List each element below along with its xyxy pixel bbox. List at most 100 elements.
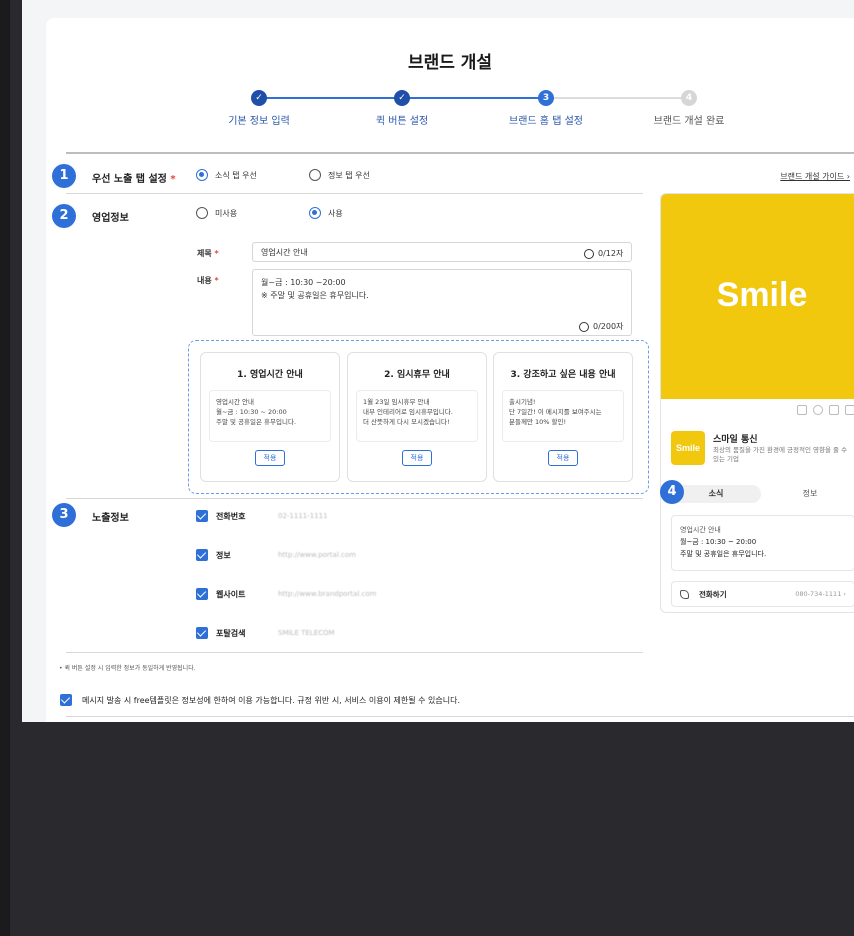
section-2-badge: 2 [52, 204, 76, 228]
priority-tab-label: 우선 노출 탭 설정 * [92, 170, 176, 185]
preview-call-button[interactable]: 전화하기 080-734-1111 › [671, 581, 854, 607]
checkbox-checked-icon[interactable] [196, 510, 208, 522]
radio-info-first[interactable]: 정보 탭 우선 [309, 169, 370, 181]
exposure-item-portal-search[interactable]: 포탈검색 SMILE TELECOM [196, 627, 335, 639]
brand-logo: Smile [671, 431, 705, 465]
emoji-icon[interactable] [584, 248, 594, 259]
exposure-item-value: 02-1111-1111 [278, 512, 328, 520]
brand-setup-card: 브랜드 개설 ✓ ✓ 3 4 기본 정보 입력 퀵 버튼 설정 브랜드 홈 탭 … [46, 18, 854, 722]
title-counter: 0/12자 [584, 248, 623, 259]
news-card-line: 주말 및 공휴일은 휴무입니다. [680, 550, 767, 558]
phone-icon [797, 405, 807, 415]
exposure-item-label: 포탈검색 [216, 628, 246, 638]
brand-name: 스마일 통신 [713, 435, 758, 445]
title-counter-text: 0/12자 [598, 249, 624, 258]
store-icon [845, 405, 854, 415]
template-line: 단 7일간! 이 메시지를 보여주시는 [509, 408, 602, 416]
template-line: 더 산뜻하게 다시 모시겠습니다! [363, 418, 450, 426]
phone-icon [680, 589, 689, 599]
preview-banner: Smile [661, 194, 854, 399]
step-4-indicator: 4 [681, 90, 697, 106]
template-body: 1월 23일 임시휴무 안내 내부 인테리어로 임시휴무입니다. 더 산뜻하게 … [356, 390, 478, 442]
exposure-info-label: 노출정보 [92, 513, 129, 524]
template-card: 1. 영업시간 안내 영업시간 안내 월~금 : 10:30 ~ 20:00 주… [200, 352, 340, 482]
checkbox-checked-icon[interactable] [60, 694, 72, 706]
template-body: 영업시간 안내 월~금 : 10:30 ~ 20:00 주말 및 공휴일은 휴무… [209, 390, 331, 442]
page-background: 브랜드 개설 ✓ ✓ 3 4 기본 정보 입력 퀵 버튼 설정 브랜드 홈 탭 … [22, 0, 854, 722]
chat-icon [813, 405, 823, 415]
tab-news[interactable]: 소식 [671, 485, 761, 503]
exposure-item-value: http://www.brandportal.com [278, 590, 377, 598]
divider [66, 498, 643, 499]
step-4-label: 브랜드 개설 완료 [653, 116, 725, 127]
section-1-badge: 1 [52, 164, 76, 188]
content-line: ※ 주말 및 공휴일은 휴무입니다. [261, 291, 369, 300]
call-label: 전화하기 [699, 589, 727, 599]
page-title: 브랜드 개설 [407, 53, 493, 73]
step-2-check-icon: ✓ [394, 90, 410, 106]
template-body: 출시기념! 단 7일간! 이 메시지를 보여주시는 분들께만 10% 할인! [502, 390, 624, 442]
step-connector [258, 97, 402, 99]
content-field-label-text: 내용 [197, 276, 212, 285]
exposure-item-phone[interactable]: 전화번호 02-1111-1111 [196, 510, 328, 522]
template-line: 출시기념! [509, 398, 536, 406]
radio-unselected-icon [309, 169, 321, 181]
exposure-item-label: 전화번호 [216, 511, 246, 521]
preview-quick-icons [797, 405, 854, 415]
radio-news-first[interactable]: 소식 탭 우선 [196, 169, 257, 181]
preview-news-card: 영업시간 안내 월~금 : 10:30 ~ 20:00 주말 및 공휴일은 휴무… [671, 515, 854, 571]
template-line: 내부 인테리어로 임시휴무입니다. [363, 408, 453, 416]
content-counter: 0/200자 [579, 321, 623, 332]
checkbox-checked-icon[interactable] [196, 588, 208, 600]
call-number: 080-734-1111 › [795, 590, 846, 598]
brand-home-preview: Smile Smile 스마일 통신 최상의 품질을 가진 환경에 긍정적인 영… [660, 193, 854, 613]
exposure-item-value: SMILE TELECOM [278, 629, 335, 637]
divider [66, 652, 643, 653]
step-1-label: 기본 정보 입력 [228, 116, 290, 127]
apply-template-button[interactable]: 적용 [255, 450, 285, 466]
template-card: 3. 강조하고 싶은 내용 안내 출시기념! 단 7일간! 이 메시지를 보여주… [493, 352, 633, 482]
content-textarea[interactable]: 월~금 : 10:30 ~20:00 ※ 주말 및 공휴일은 휴무입니다. [252, 269, 632, 336]
title-input[interactable]: 영업시간 안내 [252, 242, 632, 262]
checkbox-checked-icon[interactable] [196, 549, 208, 561]
title-field-label: 제목 * [197, 249, 219, 258]
window-edge [0, 0, 10, 936]
preview-tabs: 소식 정보 [671, 485, 854, 503]
checkbox-checked-icon[interactable] [196, 627, 208, 639]
radio-unused-label: 미사용 [215, 208, 238, 218]
exposure-item-website[interactable]: 웹사이트 http://www.brandportal.com [196, 588, 376, 600]
template-line: 주말 및 공휴일은 휴무입니다. [216, 418, 297, 426]
template-line: 분들께만 10% 할인! [509, 418, 567, 426]
template-line: 영업시간 안내 [216, 398, 254, 406]
template-card: 2. 임시휴무 안내 1월 23일 임시휴무 안내 내부 인테리어로 임시휴무입… [347, 352, 487, 482]
step-3-indicator: 3 [538, 90, 554, 106]
template-line: 1월 23일 임시휴무 안내 [363, 398, 430, 406]
tab-info[interactable]: 정보 [765, 485, 854, 503]
required-mark: * [170, 174, 176, 185]
radio-news-first-label: 소식 탭 우선 [215, 170, 257, 180]
radio-used[interactable]: 사용 [309, 207, 343, 219]
template-title: 3. 강조하고 싶은 내용 안내 [510, 370, 616, 380]
news-card-line: 월~금 : 10:30 ~ 20:00 [680, 538, 757, 546]
terms-agreement[interactable]: 메시지 발송 시 free템플릿은 정보성에 한하여 이용 가능합니다. 규정 … [60, 694, 460, 706]
section-4-badge: 4 [660, 480, 684, 504]
divider [66, 193, 643, 194]
radio-unused[interactable]: 미사용 [196, 207, 237, 219]
brand-guide-link[interactable]: 브랜드 개설 가이드 › [780, 171, 850, 182]
emoji-icon[interactable] [579, 321, 589, 332]
apply-template-button[interactable]: 적용 [548, 450, 578, 466]
apply-template-button[interactable]: 적용 [402, 450, 432, 466]
radio-used-label: 사용 [328, 208, 343, 218]
content-counter-text: 0/200자 [593, 322, 624, 331]
exposure-item-value: http://www.portal.com [278, 551, 356, 559]
step-2-label: 퀵 버튼 설정 [375, 116, 429, 127]
template-title: 2. 임시휴무 안내 [384, 370, 450, 380]
exposure-item-info[interactable]: 정보 http://www.portal.com [196, 549, 356, 561]
title-field-label-text: 제목 [197, 249, 212, 258]
quick-button-note: • 퀵 버튼 설정 시 입력한 정보가 동일하게 반영됩니다. [59, 665, 196, 672]
step-1-check-icon: ✓ [251, 90, 267, 106]
banner-logo-text: Smile [716, 276, 808, 314]
radio-selected-icon [196, 169, 208, 181]
business-info-label: 영업정보 [92, 213, 129, 224]
step-connector [402, 97, 546, 99]
